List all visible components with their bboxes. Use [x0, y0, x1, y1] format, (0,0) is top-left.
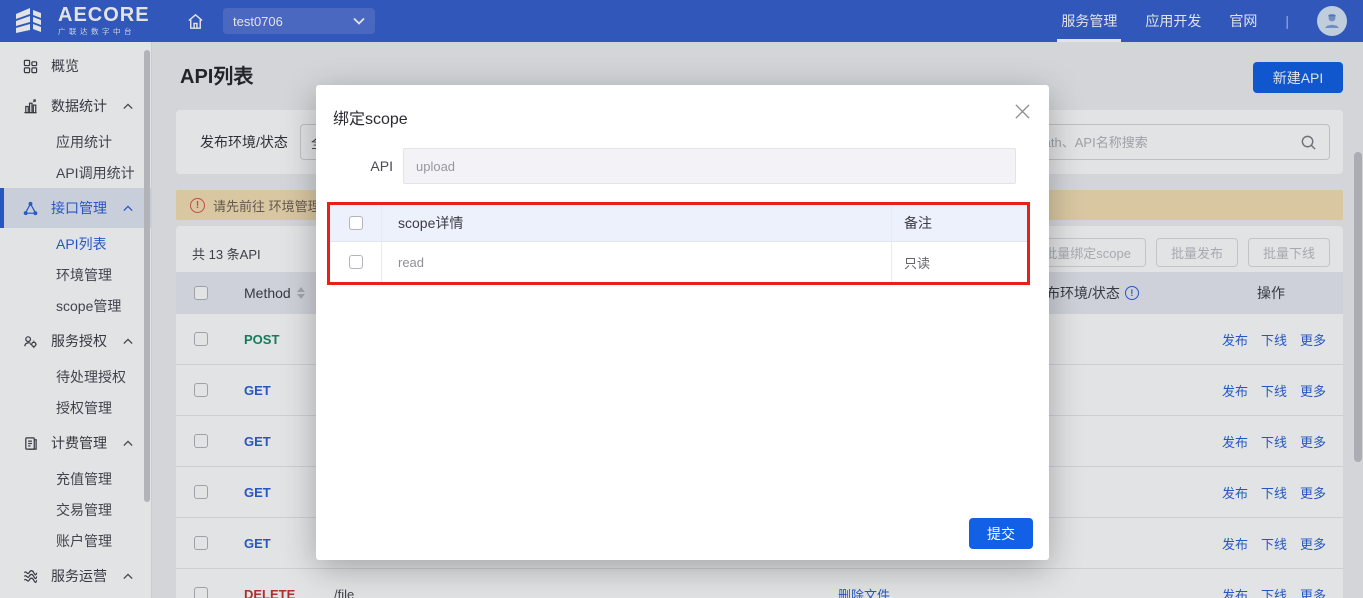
scope-table-row: read 只读 [330, 242, 1027, 282]
scope-row-checkbox[interactable] [349, 255, 363, 269]
scope-table-header-row: scope详情 备注 [330, 205, 1027, 242]
submit-button[interactable]: 提交 [969, 518, 1033, 549]
remark-value: 只读 [892, 253, 1027, 272]
close-icon[interactable] [1010, 99, 1035, 124]
scope-select-all-checkbox[interactable] [349, 216, 363, 230]
modal-title: 绑定scope [333, 105, 408, 129]
scope-detail-column-header: scope详情 [382, 205, 892, 241]
modal-api-row: API [316, 148, 1049, 184]
api-field-input [403, 148, 1016, 184]
api-field-label: API [357, 148, 393, 184]
remark-column-header: 备注 [892, 213, 1027, 233]
red-annotation-box: scope详情 备注 read 只读 [327, 202, 1030, 285]
scope-select-all-cell [330, 205, 382, 241]
bind-scope-modal: 绑定scope API scope详情 备注 read 只读 提交 [316, 85, 1049, 560]
scope-row-checkbox-cell [330, 242, 382, 282]
scope-value: read [382, 242, 892, 282]
